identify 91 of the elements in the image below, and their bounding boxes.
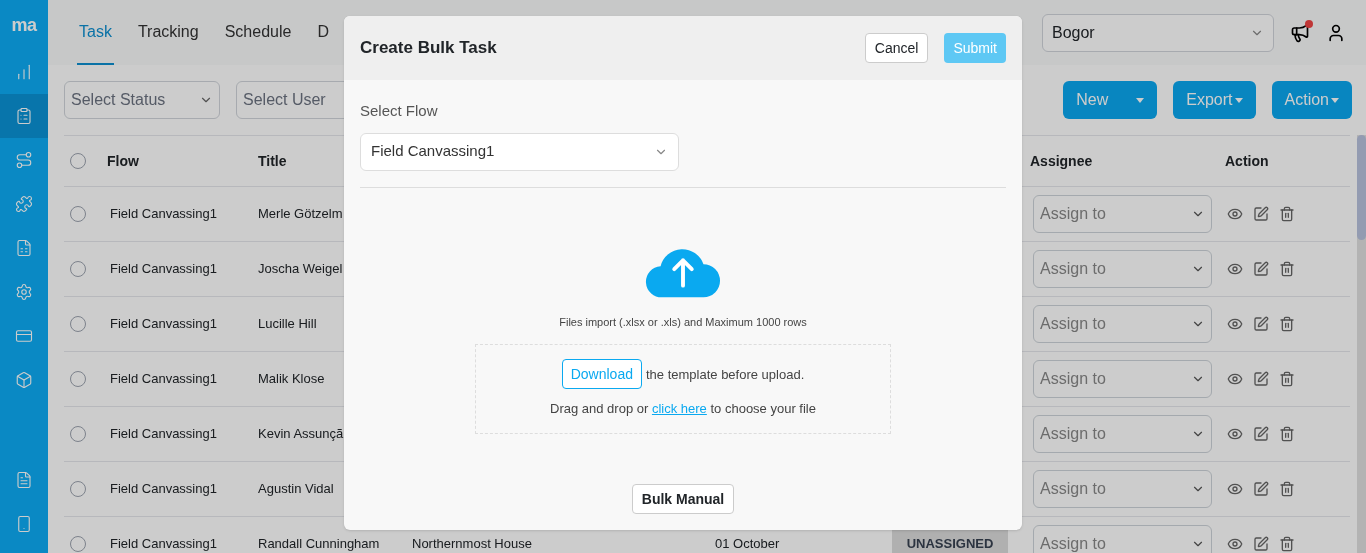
checkbox[interactable] [70,426,86,442]
view-icon[interactable] [1227,206,1243,222]
dropdown-button[interactable]: Action [1271,81,1352,119]
view-icon[interactable] [1227,316,1243,332]
table-cell-text: Kevin Assunçã [258,425,344,444]
table-cell-text: Malik Klose [258,370,325,389]
clipboard-icon [15,107,33,125]
dialog-title: Create Bulk Task [360,37,497,60]
edit-icon[interactable] [1253,426,1269,442]
table-cell-text: Merle Götzelm [258,205,343,224]
card-icon [15,327,33,345]
spreadsheet-icon [15,239,33,257]
flow-select[interactable]: Field Canvassing1 [360,132,679,171]
delete-icon[interactable] [1279,481,1295,497]
filter-select[interactable]: Select Status [64,81,220,119]
caret-icon [1234,97,1243,103]
cancel-button[interactable]: Cancel [864,33,929,63]
table-cell: Northernmost House [412,536,532,552]
region-select[interactable]: Bogor [1042,13,1274,52]
logo[interactable]: ma [11,0,37,50]
nav-tab[interactable]: D [315,0,331,65]
delete-icon[interactable] [1279,206,1295,222]
user-icon[interactable] [1326,22,1346,43]
delete-icon[interactable] [1279,536,1295,552]
view-icon[interactable] [1227,426,1243,442]
file-import-hint: Files import (.xlsx or .xls) and Maximum 1000 rows [559,314,807,330]
table-cell-text: Randall Cunningham [258,535,380,553]
assignee-select[interactable]: Assign to [1033,470,1212,508]
phone-icon [15,515,33,533]
column-header: Assignee [1030,151,1093,171]
column-header: Action [1225,151,1269,171]
drop-zone[interactable]: Download the template before upload. Drag and drop or click here to choose your file [475,344,891,434]
caret-icon [1331,97,1339,103]
checkbox[interactable] [70,371,86,387]
column-header: Flow [107,151,139,171]
delete-icon[interactable] [1279,371,1295,387]
edit-icon[interactable] [1253,316,1269,332]
checkbox[interactable] [70,153,86,169]
view-icon[interactable] [1227,536,1243,552]
assignee-select[interactable]: Assign to [1033,195,1212,233]
split-button[interactable]: New [1063,81,1158,119]
view-icon[interactable] [1227,261,1243,277]
table-cell-text: Field Canvassing1 [109,205,217,224]
delete-icon[interactable] [1279,426,1295,442]
checkbox[interactable] [70,536,86,552]
table-cell-text: Field Canvassing1 [109,315,217,334]
view-icon[interactable] [1227,481,1243,497]
settings-icon [15,283,33,301]
assignee-select[interactable]: Assign to [1033,525,1212,553]
click-here-link[interactable]: click here [651,401,707,417]
edit-icon[interactable] [1253,206,1269,222]
checkbox[interactable] [70,206,86,222]
table-cell-text: Joscha Weigel [258,260,343,279]
delete-icon[interactable] [1279,261,1295,277]
assignee-select[interactable]: Assign to [1033,360,1212,398]
table-cell-text: Agustin Vidal [258,480,334,499]
table-cell-text: Field Canvassing1 [109,480,217,499]
announcement-button[interactable] [1290,22,1310,43]
download-button[interactable]: Download [561,359,642,390]
checkbox[interactable] [70,316,86,332]
caret-icon [1136,97,1145,103]
assignee-select[interactable]: Assign to [1033,415,1212,453]
route-icon [15,151,33,169]
view-icon[interactable] [1227,371,1243,387]
table-cell: 01 October [715,536,780,552]
box-icon [15,371,33,389]
bar-chart-icon [15,63,33,81]
table-cell-text: Field Canvassing1 [109,535,217,553]
delete-icon[interactable] [1279,316,1295,332]
table-cell-text: Field Canvassing1 [109,260,217,279]
template-note: the template before upload. [646,365,805,384]
nav-tab[interactable]: Tracking [135,0,201,65]
edit-icon[interactable] [1253,481,1269,497]
table-cell-text: Lucille Hill [258,315,317,334]
bulk-manual-button[interactable]: Bulk Manual [631,484,735,514]
checkbox[interactable] [70,481,86,497]
edit-icon[interactable] [1253,536,1269,552]
table-cell-text: Field Canvassing1 [109,370,217,389]
drop-instructions: Drag and drop or click here to choose your file [550,400,816,419]
table-cell-text: Field Canvassing1 [109,425,217,444]
edit-icon[interactable] [1253,261,1269,277]
assignee-select[interactable]: Assign to [1033,305,1212,343]
document-icon [15,471,33,489]
scrollbar[interactable] [1357,135,1366,553]
assignee-select[interactable]: Assign to [1033,250,1212,288]
checkbox[interactable] [70,261,86,277]
nav-tab[interactable]: Schedule [222,0,294,65]
puzzle-icon [15,195,33,213]
edit-icon[interactable] [1253,371,1269,387]
column-header: Title [258,151,287,171]
dropdown-button[interactable]: Export [1173,81,1256,119]
